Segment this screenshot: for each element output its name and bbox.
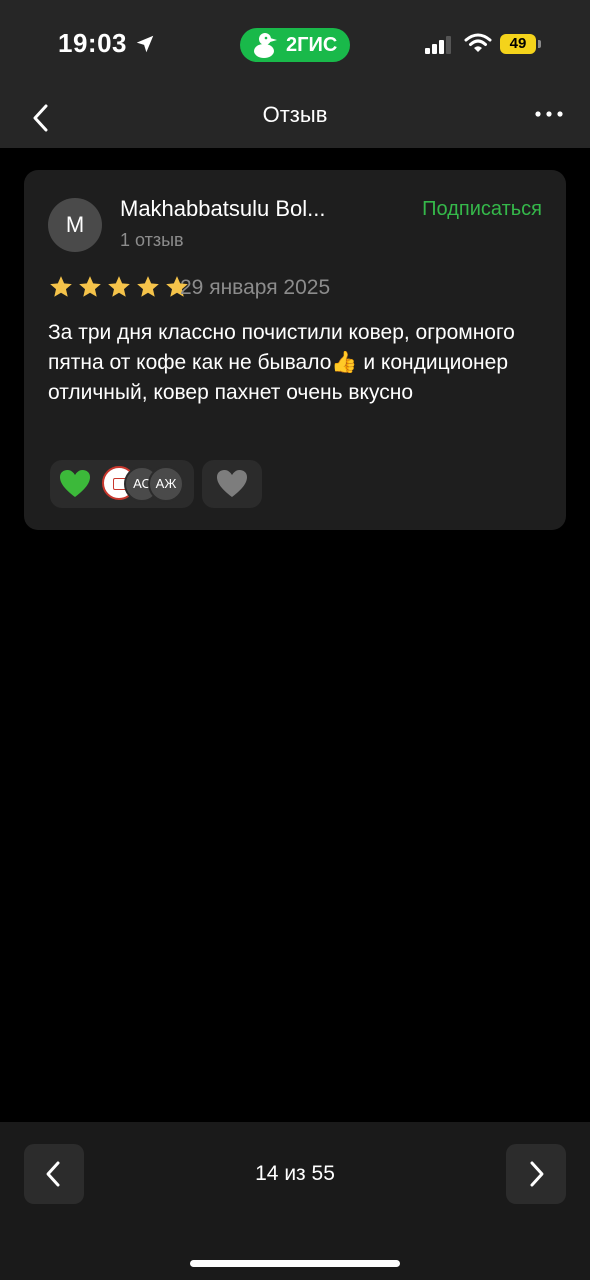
subscribe-button[interactable]: Подписаться — [422, 198, 542, 221]
nav-bar: Отзыв — [0, 88, 590, 148]
heart-icon — [217, 470, 247, 497]
signal-icon — [425, 36, 451, 54]
review-text: За три дня классно почистили ковер, огро… — [48, 321, 515, 404]
chevron-right-icon — [530, 1161, 544, 1187]
more-dots-icon[interactable] — [530, 102, 570, 132]
home-indicator[interactable] — [190, 1260, 400, 1267]
review-card: M Makhabbatsulu Bol... 1 отзыв Подписать… — [24, 170, 566, 530]
page-title: Отзыв — [262, 102, 328, 127]
green-heart-icon — [60, 470, 90, 497]
location-arrow-icon — [136, 35, 154, 53]
battery-icon: 49 — [500, 34, 536, 54]
pagination-counter: 14 из 55 — [255, 1162, 335, 1185]
rating-stars — [48, 274, 190, 300]
author-review-count: 1 отзыв — [120, 230, 184, 250]
avatar[interactable]: M — [48, 198, 102, 252]
like-button[interactable] — [202, 460, 262, 508]
status-time: 19:03 — [58, 28, 127, 58]
star-icon — [50, 276, 72, 297]
reaction-avatar: АЖ — [148, 466, 184, 502]
wifi-icon — [464, 33, 492, 52]
author-name[interactable]: Makhabbatsulu Bol... — [120, 196, 325, 222]
app-badge-label: 2ГИС — [286, 34, 338, 56]
reactions-summary[interactable]: АС АЖ — [50, 460, 194, 508]
pagination-bar: 14 из 55 — [0, 1122, 590, 1280]
battery-tip — [538, 40, 541, 48]
app-badge[interactable]: 2ГИС — [240, 28, 350, 62]
star-icon — [137, 276, 159, 297]
status-bar: 19:03 2ГИС 49 — [0, 0, 590, 88]
duck-logo-icon — [254, 33, 277, 58]
star-icon — [79, 276, 101, 297]
review-date: 29 января 2025 — [180, 276, 331, 299]
star-icon — [108, 276, 130, 297]
next-review-button[interactable] — [506, 1144, 566, 1204]
